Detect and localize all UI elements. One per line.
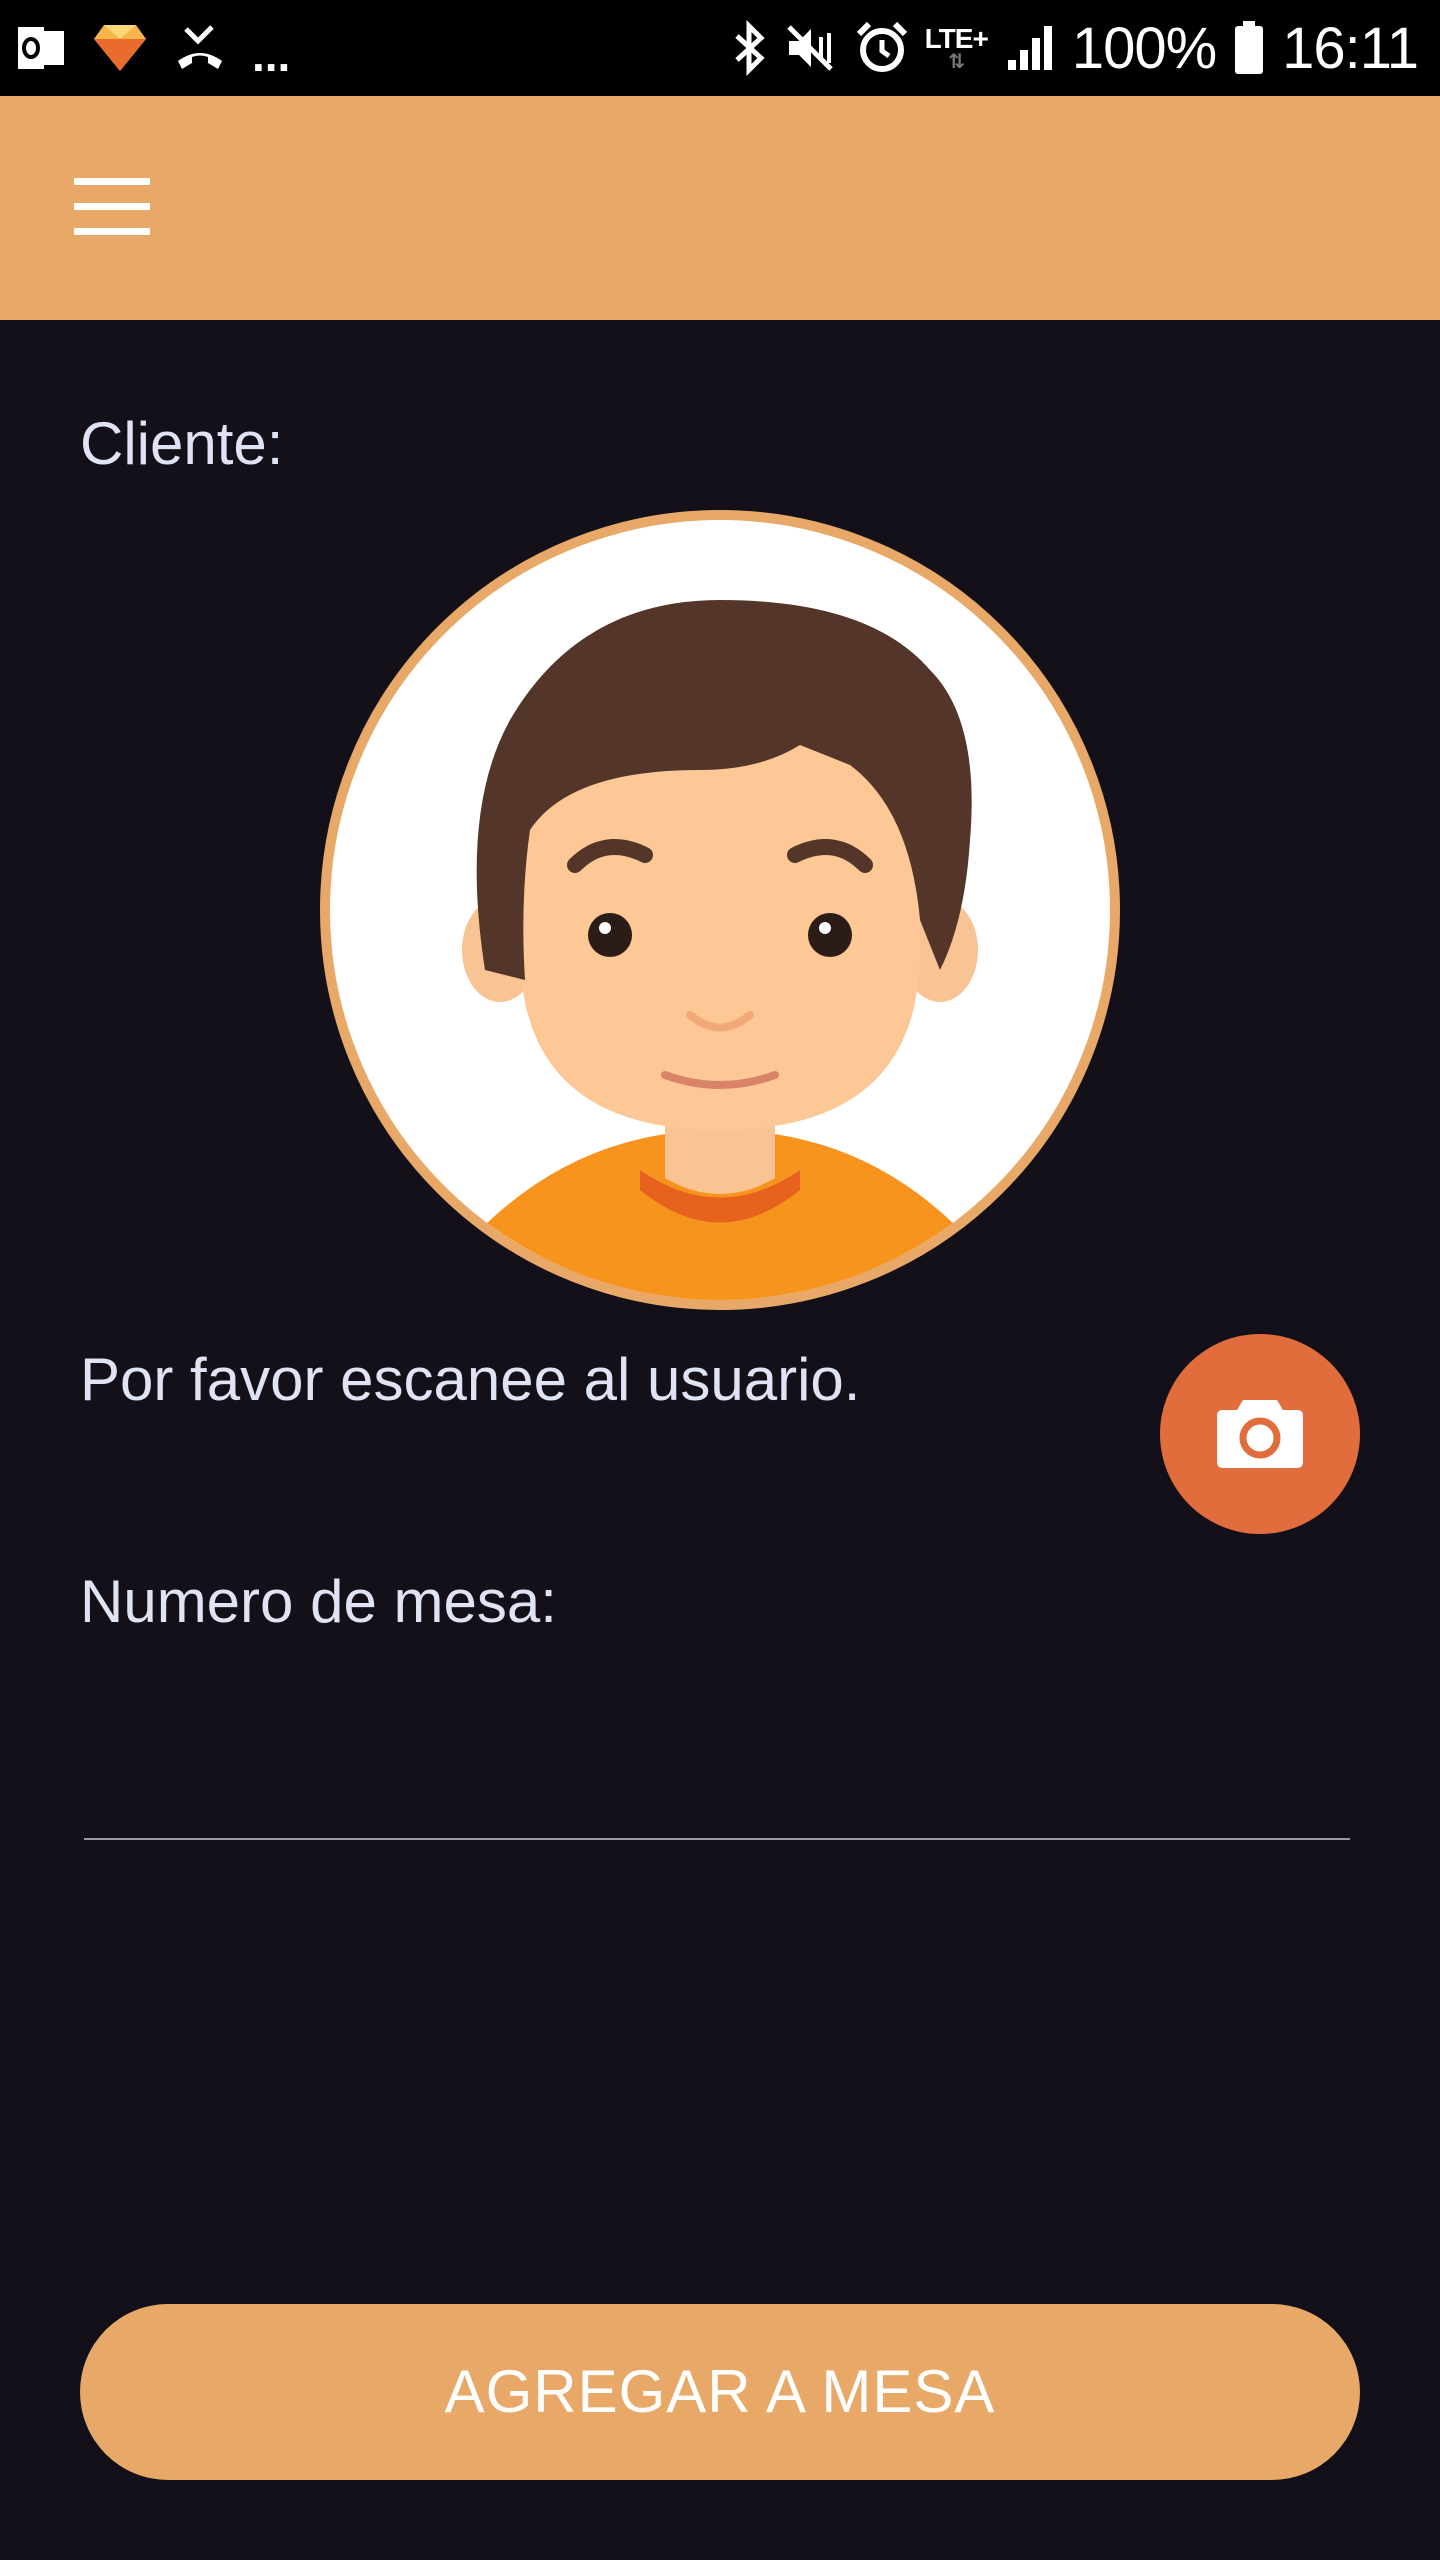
user-avatar <box>320 510 1120 1310</box>
status-right: LTE+ ⇅ 100% 16:11 <box>733 0 1419 96</box>
data-arrows-icon: ⇅ <box>948 51 965 73</box>
client-label: Cliente: <box>80 410 284 477</box>
status-more: ... <box>252 29 291 81</box>
battery-percent: 100% <box>1071 15 1217 81</box>
status-left: ... <box>16 0 290 96</box>
bluetooth-icon <box>733 20 767 76</box>
vibrate-mute-icon <box>785 23 839 73</box>
sketch-icon <box>92 23 148 73</box>
camera-icon <box>1215 1394 1305 1475</box>
clock: 16:11 <box>1282 15 1419 81</box>
network-type: LTE+ ⇅ <box>924 23 989 73</box>
camera-button[interactable] <box>1160 1334 1360 1534</box>
hamburger-menu-icon[interactable] <box>60 160 164 256</box>
battery-icon <box>1234 21 1264 75</box>
signal-icon <box>1006 24 1054 72</box>
scan-prompt: Por favor escanee al usuario. <box>80 1346 861 1413</box>
status-bar: ... LTE+ ⇅ 100% 16:11 <box>0 0 1440 96</box>
menu-line <box>74 228 150 235</box>
alarm-icon <box>856 22 907 74</box>
table-number-label: Numero de mesa: <box>80 1568 557 1635</box>
add-to-table-button[interactable]: AGREGAR A MESA <box>80 2304 1360 2480</box>
app-bar <box>0 96 1440 320</box>
table-number-input[interactable] <box>84 1680 1350 1840</box>
menu-line <box>74 203 150 210</box>
missed-call-icon <box>174 25 226 71</box>
outlook-icon <box>16 25 66 71</box>
menu-line <box>74 178 150 185</box>
